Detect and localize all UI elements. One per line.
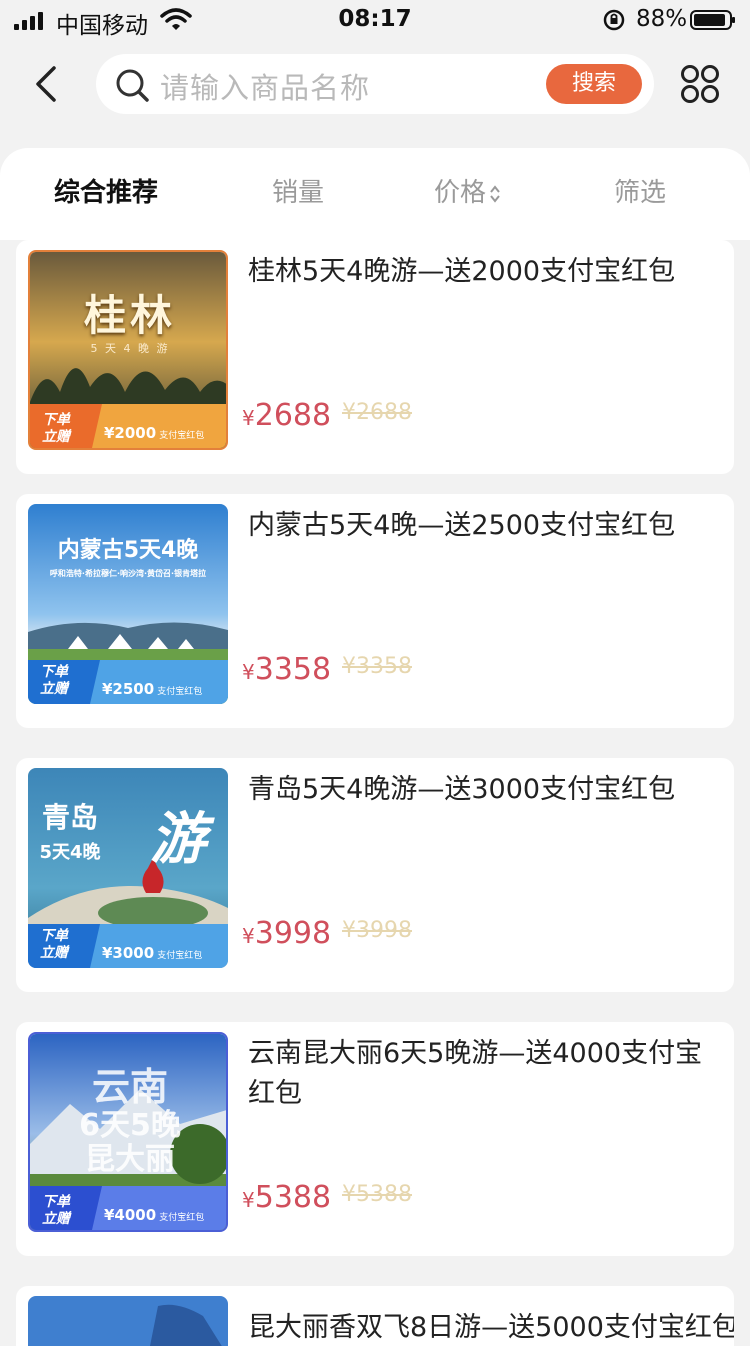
product-price: ¥5388 <box>242 1180 331 1215</box>
currency-symbol: ¥ <box>242 660 255 684</box>
product-thumbnail: 桂林 5 天 4 晚 游 下单 立赠 ¥2000 支付宝红包 <box>28 250 228 450</box>
badge-amount: ¥4000 <box>104 1206 157 1224</box>
search-button[interactable]: 搜索 <box>546 64 642 104</box>
product-price: ¥3358 <box>242 652 331 687</box>
product-title[interactable]: 桂林5天4晚游—送2000支付宝红包 <box>248 252 718 292</box>
product-card[interactable]: 云南 6天5晚 昆大丽 下单 立赠 ¥4000 支付宝红包 云南昆大丽6天5晚游—送… <box>16 1022 734 1256</box>
battery-percent: 88% <box>636 6 688 32</box>
original-price: ¥5388 <box>342 1182 412 1207</box>
currency-symbol: ¥ <box>242 1188 255 1212</box>
promo-badge-amount: ¥2500 支付宝红包 <box>102 680 202 698</box>
category-grid-icon[interactable] <box>680 64 720 104</box>
original-price: ¥2688 <box>342 400 412 425</box>
original-price: ¥3358 <box>342 654 412 679</box>
badge-amount: ¥2500 <box>102 680 155 698</box>
search-icon <box>116 69 149 102</box>
product-thumbnail: 内蒙古5天4晚 呼和浩特·希拉穆仁·响沙湾·黄岱召·银肯塔拉 下单 立赠 ¥250… <box>28 504 228 704</box>
product-card[interactable]: 桂林 5 天 4 晚 游 下单 立赠 ¥2000 支付宝红包 桂林5天4晚游—送20… <box>16 240 734 474</box>
thumb-title: 内蒙古5天4晚 <box>57 538 199 563</box>
price-value: 2688 <box>254 398 332 433</box>
tab-filter[interactable]: 筛选 <box>614 172 666 209</box>
currency-symbol: ¥ <box>242 924 255 948</box>
battery-icon <box>690 10 735 30</box>
promo-badge-amount: ¥2000 支付宝红包 <box>104 424 204 442</box>
badge-note: 支付宝红包 <box>159 431 205 441</box>
product-title[interactable]: 青岛5天4晚游—送3000支付宝红包 <box>248 770 718 810</box>
search-bar[interactable]: 请输入商品名称 搜索 <box>96 54 654 114</box>
badge-note: 支付宝红包 <box>157 951 203 961</box>
product-card[interactable]: 昆大丽香双飞8日游—送5000支付宝红包 <box>16 1286 734 1346</box>
product-title[interactable]: 内蒙古5天4晚—送2500支付宝红包 <box>248 506 718 546</box>
rotation-lock-icon <box>603 9 625 31</box>
promo-badge-label: 下单 立赠 <box>40 928 68 961</box>
badge-amount: ¥2000 <box>104 424 157 442</box>
promo-badge-label: 下单 立赠 <box>42 412 70 445</box>
product-thumbnail <box>28 1296 228 1346</box>
price-value: 3998 <box>254 916 332 951</box>
promo-badge-label: 下单 立赠 <box>40 664 68 697</box>
status-bar: 中国移动 08:17 88% <box>0 0 750 40</box>
product-price: ¥3998 <box>242 916 331 951</box>
tab-sales[interactable]: 销量 <box>272 172 324 209</box>
thumb-subtitle: 5 天 4 晚 游 <box>90 342 170 355</box>
product-title[interactable]: 云南昆大丽6天5晚游—送4000支付宝红包 <box>248 1034 718 1114</box>
product-price: ¥2688 <box>242 398 331 433</box>
promo-badge-amount: ¥4000 支付宝红包 <box>104 1206 204 1224</box>
thumb-subtitle: 呼和浩特·希拉穆仁·响沙湾·黄岱召·银肯塔拉 <box>49 569 207 578</box>
original-price: ¥3998 <box>342 918 412 943</box>
badge-note: 支付宝红包 <box>157 687 203 697</box>
badge-note: 支付宝红包 <box>159 1213 205 1223</box>
product-title[interactable]: 昆大丽香双飞8日游—送5000支付宝红包 <box>248 1308 734 1346</box>
tab-recommended[interactable]: 综合推荐 <box>54 172 158 209</box>
product-card[interactable]: 青岛 5天4晚 游 下单 立赠 ¥3000 支付宝红包 青岛5天4晚游—送3000支… <box>16 758 734 992</box>
sort-bar: 综合推荐 销量 价格 筛选 <box>0 148 750 240</box>
promo-badge-label: 下单 立赠 <box>42 1194 70 1227</box>
sort-arrows-icon <box>490 184 500 203</box>
product-thumbnail: 青岛 5天4晚 游 下单 立赠 ¥3000 支付宝红包 <box>28 768 228 968</box>
product-thumbnail: 云南 6天5晚 昆大丽 下单 立赠 ¥4000 支付宝红包 <box>28 1032 228 1232</box>
kunming-scenery-image <box>28 1296 228 1346</box>
price-value: 3358 <box>254 652 332 687</box>
tab-price-label: 价格 <box>434 178 487 208</box>
tab-price[interactable]: 价格 <box>434 172 502 209</box>
product-card[interactable]: 内蒙古5天4晚 呼和浩特·希拉穆仁·响沙湾·黄岱召·银肯塔拉 下单 立赠 ¥250… <box>16 494 734 728</box>
price-value: 5388 <box>254 1180 332 1215</box>
search-input[interactable]: 请输入商品名称 <box>160 65 370 107</box>
thumb-big-char: 游 <box>150 807 206 872</box>
back-icon[interactable] <box>30 62 66 106</box>
thumb-subtitle-2: 昆大丽 <box>85 1142 175 1177</box>
thumb-title: 桂林 <box>83 291 176 340</box>
promo-badge-amount: ¥3000 支付宝红包 <box>102 944 202 962</box>
currency-symbol: ¥ <box>242 406 255 430</box>
badge-amount: ¥3000 <box>102 944 155 962</box>
